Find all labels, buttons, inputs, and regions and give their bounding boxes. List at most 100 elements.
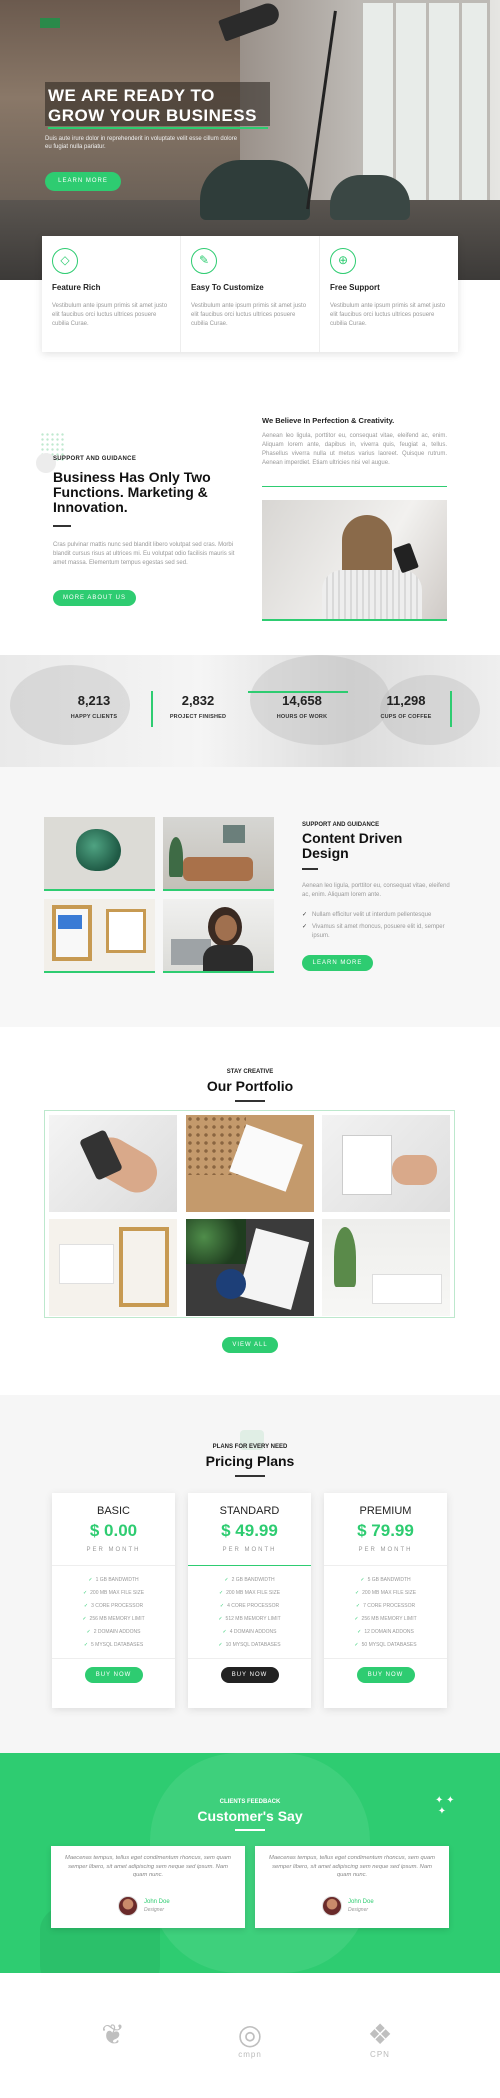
- plan-feature: ✓ 256 MB MEMORY LIMIT: [82, 1616, 145, 1622]
- content-learn-more-button[interactable]: LEARN MORE: [302, 955, 373, 971]
- plan-feature: ✓ 200 MB MAX FILE SIZE: [82, 1590, 145, 1596]
- image-detail: [334, 1227, 356, 1287]
- wrench-icon: ✎: [191, 248, 217, 274]
- pricing-divider: [235, 1475, 265, 1477]
- author-role: Designer: [144, 1907, 165, 1913]
- plan-feature: ✓ 7 CORE PROCESSOR: [355, 1603, 416, 1609]
- image-detail: [59, 1244, 114, 1284]
- buy-now-button[interactable]: BUY NOW: [84, 1667, 143, 1683]
- feature-title: Feature Rich: [52, 283, 101, 292]
- check-icon: ✓: [302, 912, 308, 918]
- check-icon: ✓: [218, 1642, 223, 1648]
- feature-title: Free Support: [330, 283, 380, 292]
- globe-icon: ⊕: [330, 248, 356, 274]
- portfolio-divider: [235, 1100, 265, 1102]
- feature-text: Vestibulum ante ipsum primis sit amet ju…: [330, 303, 446, 327]
- stat-label: CUPS OF COFFEE: [380, 714, 432, 720]
- image-detail: [52, 905, 92, 961]
- image-detail: [392, 1155, 437, 1185]
- portfolio-item-desk[interactable]: [186, 1219, 314, 1316]
- content-text: Aenean leo ligula, porttitor eu, consequ…: [302, 883, 450, 898]
- diamond-icon: ◇: [52, 248, 78, 274]
- testimonial-card: Maecenas tempus, tellus eget condimentum…: [255, 1846, 449, 1928]
- cmpn-logo-icon[interactable]: ◎ cmpn: [230, 2020, 270, 2060]
- image-detail: [119, 1227, 169, 1307]
- divider: [188, 1565, 311, 1566]
- check-icon: ✓: [357, 1629, 362, 1635]
- about-divider: [53, 525, 71, 527]
- plan-feature: ✓ 50 MYSQL DATABASES: [354, 1642, 417, 1648]
- content-divider: [302, 868, 318, 870]
- buy-now-button[interactable]: BUY NOW: [356, 1667, 415, 1683]
- check-icon: ✓: [219, 1603, 225, 1609]
- plan-period: PER MONTH: [86, 1547, 141, 1553]
- check-icon: ✓: [83, 1642, 89, 1648]
- check-icon: ✓: [88, 1577, 93, 1583]
- plan-features: ✓ 2 GB BANDWIDTH ✓ 200 MB MAX FILE SIZE ✓ 4…: [188, 1574, 311, 1652]
- avatar: [322, 1896, 342, 1916]
- plan-period: PER MONTH: [222, 1547, 277, 1553]
- logo-text: CPN: [370, 2050, 390, 2059]
- stat-cups-of-coffee: 11,298 CUPS OF COFFEE: [358, 693, 454, 733]
- plan-feature: ✓ 5 MYSQL DATABASES: [83, 1642, 144, 1648]
- plan-price: $ 0.00: [89, 1521, 138, 1540]
- author-name: John Doe: [348, 1899, 374, 1905]
- logo-text: cmpn: [238, 2050, 262, 2059]
- believe-title: We Believe In Perfection & Creativity.: [262, 416, 395, 425]
- crumpled-paper-image: [44, 817, 155, 891]
- learn-more-button[interactable]: LEARN MORE: [45, 172, 121, 191]
- plan-feature: ✓ 3 CORE PROCESSOR: [83, 1603, 144, 1609]
- check-icon: ✓: [354, 1616, 359, 1622]
- feature-title: Easy To Customize: [191, 283, 264, 292]
- exit-sign: [40, 18, 60, 28]
- cpn-logo-mark: ❖: [367, 2019, 393, 2050]
- check-icon: ✓: [222, 1629, 227, 1635]
- avatar: [118, 1896, 138, 1916]
- stat-projects-finished: 2,832 PROJECT FINISHED: [150, 693, 246, 733]
- features-card: ◇ Feature Rich Vestibulum ante ipsum pri…: [42, 236, 458, 352]
- cmpn-logo-mark: ◎: [237, 2019, 263, 2050]
- about-kicker: SUPPORT AND GUIDANCE: [53, 456, 137, 462]
- woman-laptop-image: [163, 899, 274, 973]
- plan-feature: ✓ 4 CORE PROCESSOR: [219, 1603, 280, 1609]
- plan-price: $ 79.99: [357, 1521, 414, 1540]
- content-checklist: ✓ Nullam efficitur velit ut interdum pell…: [302, 911, 452, 944]
- feature-text: Vestibulum ante ipsum primis sit amet ju…: [191, 303, 307, 327]
- image-detail: [186, 1219, 246, 1264]
- portfolio-item-pegboard[interactable]: [186, 1115, 314, 1212]
- check-icon: ✓: [82, 1616, 87, 1622]
- pricing-kicker: PLANS FOR EVERY NEED: [212, 1444, 288, 1450]
- check-icon: ✓: [354, 1642, 359, 1648]
- pricing-card-premium: PREMIUM $ 79.99 PER MONTH ✓ 5 GB BANDWIDT…: [324, 1493, 447, 1708]
- stat-hours-of-work: 14,658 HOURS OF WORK: [254, 693, 350, 733]
- living-room-image: [163, 817, 274, 891]
- feature-text: Vestibulum ante ipsum primis sit amet ju…: [52, 303, 168, 327]
- content-title: Content Driven Design: [302, 830, 403, 861]
- image-detail: [58, 915, 82, 929]
- divider: [324, 1658, 447, 1659]
- bird-logo-icon[interactable]: ❦: [93, 2020, 133, 2060]
- photo-detail: [322, 570, 422, 619]
- stat-label: HOURS OF WORK: [276, 714, 328, 720]
- portfolio-item-phone[interactable]: [49, 1115, 177, 1212]
- check-icon: ✓: [82, 1590, 88, 1596]
- plan-features: ✓ 5 GB BANDWIDTH ✓ 200 MB MAX FILE SIZE ✓ 7…: [324, 1574, 447, 1652]
- check-icon: ✓: [218, 1590, 224, 1596]
- image-detail: [216, 1269, 246, 1299]
- plan-price: $ 49.99: [221, 1521, 278, 1540]
- hero-title: WE ARE READY TO GROW YOUR BUSINESS: [48, 86, 257, 125]
- portfolio-item-bedroom[interactable]: [322, 1219, 450, 1316]
- view-all-button[interactable]: VIEW ALL: [222, 1337, 278, 1353]
- more-about-us-button[interactable]: MORE ABOUT US: [53, 590, 136, 606]
- hero-chair: [330, 175, 410, 220]
- plan-features: ✓ 1 GB BANDWIDTH ✓ 200 MB MAX FILE SIZE ✓ 3…: [52, 1574, 175, 1652]
- image-detail: [223, 825, 245, 843]
- list-item: ✓ Nullam efficitur velit ut interdum pell…: [302, 912, 432, 918]
- check-icon: ✓: [83, 1603, 89, 1609]
- portfolio-item-documents[interactable]: [322, 1115, 450, 1212]
- plan-period: PER MONTH: [358, 1547, 413, 1553]
- check-icon: ✓: [354, 1590, 360, 1596]
- cpn-logo-icon[interactable]: ❖ CPN: [360, 2020, 400, 2060]
- buy-now-button[interactable]: BUY NOW: [220, 1667, 279, 1683]
- portfolio-item-sketches[interactable]: [49, 1219, 177, 1316]
